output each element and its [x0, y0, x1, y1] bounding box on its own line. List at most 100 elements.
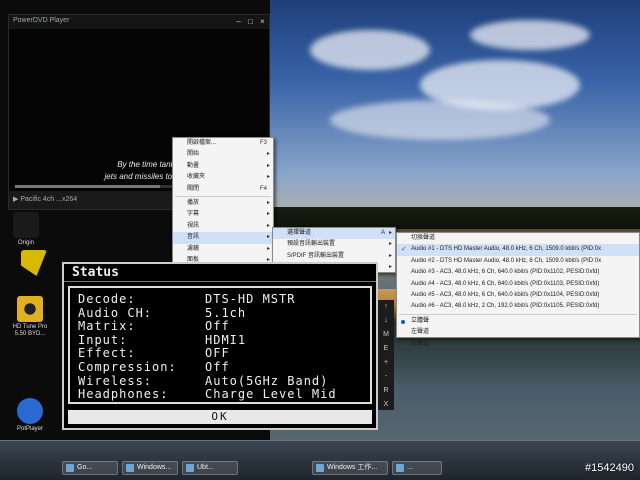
- status-key: Matrix:: [78, 319, 136, 334]
- status-value: Auto(5GHz Band): [205, 373, 329, 388]
- menu-item-label: 預設音訊輸出裝置: [287, 241, 336, 248]
- play-icon[interactable]: ▶: [13, 196, 18, 203]
- menu-header-label: 切換聲道: [411, 235, 436, 241]
- toolbar-button[interactable]: ↑: [378, 300, 394, 314]
- taskbar-button[interactable]: Windows...: [122, 461, 178, 475]
- menu-item-label: 播放: [187, 199, 200, 206]
- menu-item-label: S/PDIF 音訊輸出裝置: [287, 252, 345, 259]
- menu-item-label: 開啟檔案...: [187, 140, 217, 146]
- toolbar-button[interactable]: E: [378, 342, 394, 356]
- player-title: PowerDVD Player: [13, 17, 70, 24]
- toolbar-button[interactable]: +: [378, 356, 394, 370]
- taskbar-button[interactable]: ...: [392, 461, 442, 475]
- audio-track-item[interactable]: Audio #2 - DTS HD Master Audio, 48.0 kHz…: [397, 256, 639, 267]
- taskbar-button[interactable]: Ubt...: [182, 461, 238, 475]
- audio-track-item[interactable]: ✓ Audio #1 - DTS HD Master Audio, 48.0 kH…: [397, 244, 639, 256]
- audio-track-item[interactable]: Audio #3 - AC3, 48.0 kHz, 6 Ch, 640.0 kb…: [397, 267, 639, 278]
- submenu-arrow-icon: ▸: [266, 174, 270, 181]
- menu-item[interactable]: 視訊 ▸: [173, 221, 273, 232]
- submenu-arrow-icon: ▸: [266, 151, 270, 158]
- app-icon: [126, 464, 134, 472]
- channel-mode-label: 左聲道: [411, 329, 430, 336]
- menu-separator: [175, 195, 271, 197]
- toolbar-button[interactable]: ↓: [378, 314, 394, 328]
- channel-mode-item[interactable]: 立體聲: [397, 316, 639, 327]
- app-icon: [186, 464, 194, 472]
- toolbar-button[interactable]: -: [378, 370, 394, 384]
- maximize-icon[interactable]: □: [246, 17, 255, 26]
- status-key: Audio CH:: [78, 305, 153, 320]
- audio-track-label: Audio #5 - AC3, 48.0 kHz, 6 Ch, 640.0 kb…: [411, 291, 600, 298]
- seek-progress: [15, 185, 160, 188]
- status-value: 5.1ch: [205, 305, 247, 320]
- menu-item-label: 收藏夾: [187, 174, 206, 181]
- desktop-icon-origin[interactable]: Origin: [2, 212, 50, 247]
- app-icon: [66, 464, 74, 472]
- audio-track-label: Audio #4 - AC3, 48.0 kHz, 6 Ch, 640.0 kb…: [411, 280, 600, 287]
- menu-item[interactable]: 播放 ▸: [173, 198, 273, 209]
- menu-item[interactable]: 收藏夾 ▸: [173, 172, 273, 183]
- menu-item-label: 開始: [187, 151, 200, 158]
- menu-item[interactable]: 開始 ▸: [173, 149, 273, 160]
- toolbar-button[interactable]: M: [378, 328, 394, 342]
- taskbar-button[interactable]: Windows 工作...: [312, 461, 388, 475]
- submenu-arrow-icon: ▸: [266, 222, 270, 229]
- submenu-arrow-icon: ▸: [266, 245, 270, 252]
- minimize-icon[interactable]: –: [234, 17, 243, 26]
- status-value: HDMI1: [205, 332, 247, 347]
- desktop-icon-app[interactable]: [10, 250, 58, 278]
- close-icon[interactable]: ×: [258, 17, 267, 26]
- menu-item[interactable]: 選擇聲道 A ▸: [273, 228, 395, 240]
- menu-item-label: 視訊: [187, 222, 200, 229]
- submenu-arrow-icon: ▸: [266, 211, 270, 218]
- radio-dot-icon: [401, 319, 405, 324]
- audio-track-label: Audio #6 - AC3, 48.0 kHz, 2 Ch, 192.0 kb…: [411, 303, 600, 310]
- menu-item-label: 關閉: [187, 185, 200, 192]
- app-icon: [316, 464, 324, 472]
- menu-item-label: 音訊: [187, 234, 200, 241]
- menu-item-label: 動畫: [187, 162, 200, 169]
- status-row: Effect: OFF: [78, 346, 229, 360]
- menu-item[interactable]: 音訊 ▸: [173, 232, 273, 244]
- taskbar: Go... Windows... Ubt... Windows 工作......: [0, 440, 640, 480]
- audio-track-item[interactable]: Audio #5 - AC3, 48.0 kHz, 6 Ch, 640.0 kb…: [397, 290, 639, 301]
- toolbar-button[interactable]: X: [378, 398, 394, 412]
- audio-track-item[interactable]: Audio #4 - AC3, 48.0 kHz, 6 Ch, 640.0 kb…: [397, 279, 639, 290]
- ok-button[interactable]: OK: [68, 410, 372, 424]
- audio-track-label: Audio #1 - DTS HD Master Audio, 48.0 kHz…: [411, 246, 602, 253]
- menu-item[interactable]: 開啟檔案... F3: [173, 138, 273, 149]
- audio-track-item[interactable]: Audio #6 - AC3, 48.0 kHz, 2 Ch, 192.0 kb…: [397, 301, 639, 312]
- audio-track-submenu: 切換聲道 ✓ Audio #1 - DTS HD Master Audio, 48.…: [396, 232, 640, 347]
- status-row: Compression: Off: [78, 360, 229, 374]
- menu-item[interactable]: 關閉 F4: [173, 184, 273, 195]
- toolbar-button[interactable]: R: [378, 384, 394, 398]
- treeline: [270, 207, 640, 229]
- menu-item[interactable]: 動畫 ▸: [173, 161, 273, 172]
- status-key: Decode:: [78, 292, 136, 306]
- submenu-arrow-icon: ▸: [266, 234, 270, 241]
- channel-mode-item[interactable]: 左聲道: [397, 327, 639, 338]
- menu-item[interactable]: 濾鏡 ▸: [173, 244, 273, 255]
- submenu-arrow-icon: ▸: [388, 252, 392, 259]
- menu-accelerator: F3: [259, 140, 267, 146]
- menu-item[interactable]: 字幕 ▸: [173, 209, 273, 220]
- menu-accelerator: F4: [259, 185, 267, 192]
- channel-mode-item[interactable]: 右聲道: [397, 339, 639, 350]
- player-context-menu: 開啟檔案... F3 開始 ▸ 動畫 ▸ 收藏夾 ▸ 關閉 F4 播放 ▸ 字幕 ▸ 視訊 ▸ 音訊 ▸ 濾鏡 ▸ 面板…: [172, 137, 274, 274]
- audio-track-label: Audio #2 - DTS HD Master Audio, 48.0 kHz…: [411, 257, 602, 264]
- status-value: Off: [205, 360, 230, 374]
- desktop-icon-potplayer[interactable]: PotPlayer: [6, 398, 54, 433]
- status-row: Headphones: Charge Level Mid: [78, 387, 336, 401]
- desktop-icon-hdtune[interactable]: HD Tune Pro 5.50 BYD...: [6, 296, 54, 338]
- taskbar-button[interactable]: Go...: [62, 461, 118, 475]
- menu-item[interactable]: 預設音訊輸出裝置 ▸: [273, 239, 395, 250]
- status-key: Wireless:: [78, 373, 153, 388]
- menu-item-label: 選擇聲道: [287, 230, 312, 236]
- taskbar-label: Windows 工作...: [327, 464, 378, 471]
- submenu-arrow-icon: ▸: [388, 264, 392, 271]
- watermark: #1542490: [585, 462, 634, 474]
- menu-item[interactable]: S/PDIF 音訊輸出裝置 ▸: [273, 251, 395, 262]
- menu-separator: [399, 313, 637, 315]
- player-titlebar[interactable]: PowerDVD Player – □ ×: [9, 15, 269, 29]
- submenu-arrow-icon: ▸: [388, 241, 392, 248]
